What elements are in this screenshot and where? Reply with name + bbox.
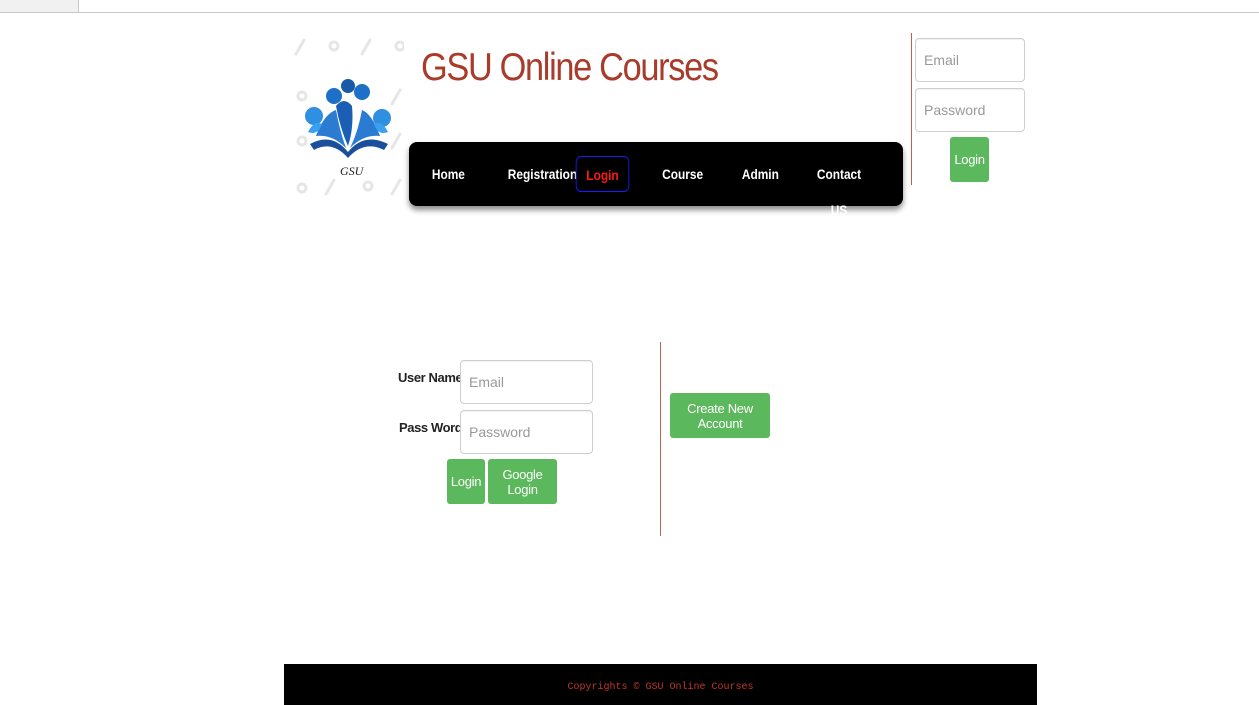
top-login-divider: [911, 33, 912, 185]
nav-item-admin[interactable]: Admin: [742, 156, 779, 192]
site-logo: GSU: [292, 36, 404, 196]
site-title: GSU Online Courses: [421, 46, 719, 89]
password-label: Pass Word: [399, 420, 463, 435]
top-password-input[interactable]: [915, 88, 1025, 132]
google-login-button[interactable]: Google Login: [488, 459, 557, 504]
top-login-button[interactable]: Login: [950, 137, 989, 182]
login-button[interactable]: Login: [447, 459, 485, 504]
nav-item-registration[interactable]: Registration: [508, 156, 577, 192]
nav-item-home[interactable]: Home: [432, 156, 465, 192]
nav-item-login[interactable]: Login: [575, 156, 630, 192]
username-label: User Name: [398, 370, 463, 385]
main-navbar: Home Registration Login Course Admin Con…: [409, 142, 903, 218]
footer: Copyrights © GSU Online Courses: [284, 664, 1037, 705]
username-input[interactable]: [460, 360, 593, 404]
nav-item-contact-us[interactable]: Contact US: [814, 156, 865, 218]
password-input[interactable]: [460, 410, 593, 454]
browser-tab[interactable]: [0, 0, 79, 12]
form-divider: [660, 342, 661, 536]
browser-tab-strip: [0, 0, 1259, 13]
top-email-input[interactable]: [915, 38, 1025, 82]
logo-text: GSU: [340, 164, 364, 178]
copyright-text: Copyrights © GSU Online Courses: [567, 682, 754, 693]
nav-item-course[interactable]: Course: [662, 156, 703, 192]
create-account-button[interactable]: Create New Account: [670, 393, 770, 438]
